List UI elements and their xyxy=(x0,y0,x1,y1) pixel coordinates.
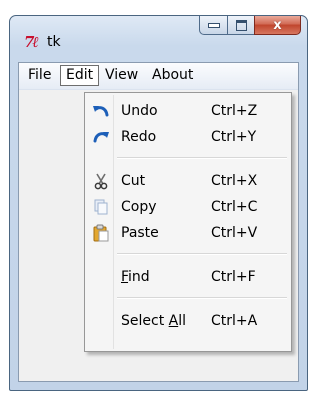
menu-item-label: Find xyxy=(121,269,150,285)
menu-view[interactable]: View xyxy=(100,65,143,86)
mnemonic-underline: F xyxy=(121,269,129,285)
edit-menu-dropdown: Undo Ctrl+Z Redo Ctrl+Y Cut Ctrl+X Copy … xyxy=(84,92,292,352)
title-bar[interactable]: 7ℓ tk x xyxy=(10,16,307,62)
menu-file[interactable]: File xyxy=(23,65,56,86)
menu-edit[interactable]: Edit xyxy=(60,65,100,86)
menu-item-paste[interactable]: Paste Ctrl+V xyxy=(87,221,289,245)
menu-item-cut[interactable]: Cut Ctrl+X xyxy=(87,169,289,193)
paste-icon xyxy=(93,224,109,242)
menu-item-shortcut: Ctrl+F xyxy=(211,269,256,285)
close-icon: x xyxy=(273,17,282,33)
window-title: tk xyxy=(47,34,61,50)
menu-separator xyxy=(117,297,287,299)
menu-item-label: Paste xyxy=(121,225,159,241)
menu-item-label: Redo xyxy=(121,129,157,145)
menu-item-shortcut: Ctrl+Y xyxy=(211,129,257,145)
menu-item-shortcut: Ctrl+Z xyxy=(211,103,258,119)
copy-icon xyxy=(94,199,108,215)
minimize-icon xyxy=(207,22,220,28)
menu-item-copy[interactable]: Copy Ctrl+C xyxy=(87,195,289,219)
menu-separator xyxy=(117,253,287,255)
undo-arrow-icon xyxy=(93,106,109,117)
tk-feather-icon: 7ℓ xyxy=(24,33,39,51)
menu-item-shortcut: Ctrl+A xyxy=(211,313,258,329)
menu-item-shortcut: Ctrl+V xyxy=(211,225,258,241)
menu-item-label: Undo xyxy=(121,103,158,119)
menu-item-shortcut: Ctrl+C xyxy=(211,199,258,215)
menu-bar: File Edit View About xyxy=(19,63,298,90)
window-controls: x xyxy=(199,16,301,37)
menu-item-redo[interactable]: Redo Ctrl+Y xyxy=(87,125,289,149)
menu-item-shortcut: Ctrl+X xyxy=(211,173,258,189)
menu-item-undo[interactable]: Undo Ctrl+Z xyxy=(87,99,289,123)
close-button[interactable]: x xyxy=(254,16,301,35)
minimize-button[interactable] xyxy=(199,16,227,35)
maximize-icon xyxy=(235,19,247,31)
mnemonic-underline: A xyxy=(168,313,179,329)
scissors-icon xyxy=(94,173,108,190)
menu-item-label: Copy xyxy=(121,199,157,215)
menu-about[interactable]: About xyxy=(147,65,198,86)
maximize-button[interactable] xyxy=(227,16,254,35)
menu-separator xyxy=(117,157,287,159)
redo-arrow-icon xyxy=(93,132,109,143)
menu-item-label: Select All xyxy=(121,313,186,329)
menu-item-label: Cut xyxy=(121,173,146,189)
menu-item-find[interactable]: Find Ctrl+F xyxy=(87,265,289,289)
menu-item-select-all[interactable]: Select All Ctrl+A xyxy=(87,309,289,333)
